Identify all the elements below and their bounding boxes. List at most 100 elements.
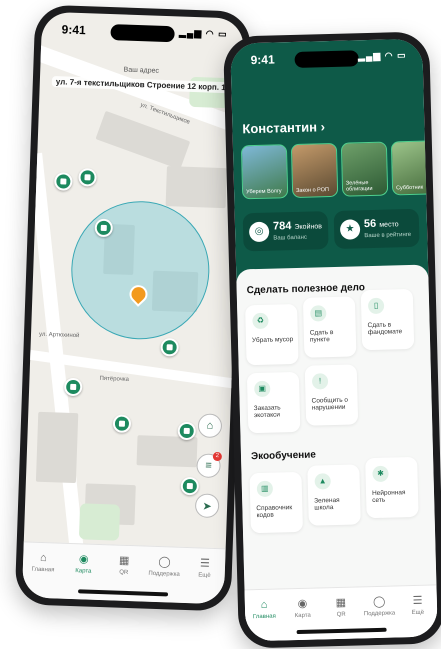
card-label: Сдать в фандомате bbox=[367, 321, 403, 337]
alert-icon: ! bbox=[311, 373, 329, 390]
map-screen: 9:41 ▂▄▆ ◠ ▭ ул. Текстильщиков ул. Артюх… bbox=[21, 11, 245, 605]
home-icon: ⌂ bbox=[39, 551, 47, 565]
collection-point-pin[interactable] bbox=[160, 337, 179, 357]
balance-value: 784 bbox=[272, 220, 292, 233]
bottle-icon: ▯ bbox=[367, 297, 385, 315]
map-building bbox=[165, 166, 227, 209]
map-phone: 9:41 ▂▄▆ ◠ ▭ ул. Текстильщиков ул. Артюх… bbox=[14, 4, 252, 612]
card-label: Сообщить о нарушении bbox=[311, 396, 349, 413]
status-icons: ▂▄▆ ◠ ▭ bbox=[178, 27, 228, 40]
action-card-vending[interactable]: ▯ Сдать в фандомате bbox=[360, 288, 415, 351]
tab-label: Поддержка bbox=[148, 570, 180, 578]
card-label: Зеленая школа bbox=[314, 496, 340, 513]
map-pin-icon: ◉ bbox=[78, 553, 89, 566]
learn-card-neural-net[interactable]: ✱ Нейронная сеть bbox=[365, 456, 419, 519]
tab-label: Карта bbox=[294, 612, 311, 620]
action-card-report[interactable]: ! Сообщить о нарушении bbox=[304, 364, 359, 426]
place-label: Пятёрочка bbox=[99, 375, 130, 383]
status-time: 9:41 bbox=[250, 52, 275, 68]
map-building bbox=[136, 435, 198, 468]
map-park bbox=[78, 503, 121, 541]
story-card[interactable]: Субботник bbox=[390, 140, 438, 196]
qr-icon: ▦ bbox=[118, 554, 130, 568]
story-label: Уберем Волгу bbox=[246, 188, 282, 196]
stats-row: ◎ 784 Экойнов Ваш баланс ★ 56 место Ваше… bbox=[242, 208, 420, 252]
story-card[interactable]: Зелёные облигации bbox=[340, 141, 389, 197]
home-icon: ⌂ bbox=[206, 419, 214, 432]
story-label: Субботник bbox=[395, 184, 424, 192]
menu-icon: ☰ bbox=[199, 557, 211, 570]
card-label: Сдать в пункте bbox=[309, 329, 334, 345]
qr-icon: ▦ bbox=[335, 596, 347, 610]
filter-icon: ≡ bbox=[205, 459, 212, 472]
section-title-learning: Экообучение bbox=[250, 449, 317, 463]
rating-value: 56 bbox=[363, 217, 377, 231]
neural-net-icon: ✱ bbox=[372, 465, 389, 483]
rating-unit: место bbox=[379, 221, 399, 229]
search-radius-circle bbox=[68, 198, 212, 342]
section-title-useful: Сделать полезное дело bbox=[246, 282, 366, 297]
learn-card-codes[interactable]: ▥ Справочник кодов bbox=[249, 471, 304, 534]
graduation-cap-icon: ▲ bbox=[314, 473, 331, 490]
story-label: Закон о РОП bbox=[296, 187, 329, 194]
tab-label: Ещё bbox=[198, 572, 211, 579]
balance-value-line: 784 Экойнов bbox=[273, 219, 322, 232]
stories-row: Уберем Волгу Закон о РОП Зелёные облигац… bbox=[240, 140, 438, 200]
action-card-ecotaxi[interactable]: ▣ Заказать экотакси bbox=[246, 371, 301, 434]
card-label: Справочник кодов bbox=[256, 504, 293, 520]
navigation-arrow-icon: ➤ bbox=[202, 500, 212, 513]
bottom-tab-bar: ⌂ Главная ◉ Карта ▦ QR ◯ Поддержка ☰ Ещё bbox=[21, 541, 226, 605]
collection-point-pin[interactable] bbox=[63, 377, 83, 397]
user-name-link[interactable]: Константин › bbox=[242, 119, 325, 136]
dynamic-island bbox=[294, 50, 359, 68]
action-card-trash[interactable]: ♻ Убрать мусор bbox=[245, 303, 299, 366]
chat-icon: ◯ bbox=[372, 595, 386, 609]
story-card[interactable]: Уберем Волгу bbox=[240, 144, 289, 200]
store-icon: ▤ bbox=[310, 305, 327, 322]
collection-point-pin[interactable] bbox=[54, 172, 73, 191]
status-icons: ▂▄▆ ◠ ▭ bbox=[357, 50, 407, 62]
tab-home[interactable]: ⌂ Главная bbox=[246, 597, 283, 641]
tab-label: QR bbox=[336, 611, 346, 619]
home-icon: ⌂ bbox=[260, 598, 268, 612]
map-pin-icon: ◉ bbox=[297, 597, 308, 611]
story-card[interactable]: Закон о РОП bbox=[290, 142, 339, 199]
tab-label: Главная bbox=[31, 566, 55, 574]
home-screen: 9:41 ▂▄▆ ◠ ▭ Константин › Уберем Волгу З… bbox=[230, 38, 438, 642]
home-phone: 9:41 ▂▄▆ ◠ ▭ Константин › Уберем Волгу З… bbox=[223, 31, 441, 649]
tab-label: Ещё bbox=[411, 609, 425, 617]
trash-bag-icon: ♻ bbox=[252, 312, 269, 330]
card-label: Убрать мусор bbox=[251, 336, 294, 345]
tab-label: Главная bbox=[252, 613, 276, 621]
balance-caption: Ваш баланс bbox=[273, 234, 308, 242]
chevron-right-icon: › bbox=[320, 119, 326, 135]
action-card-collection-point[interactable]: ▤ Сдать в пункте bbox=[302, 296, 357, 358]
rating-caption: Ваше в рейтинге bbox=[364, 231, 412, 240]
learn-card-green-school[interactable]: ▲ Зеленая школа bbox=[307, 464, 361, 526]
tab-more[interactable]: ☰ Ещё bbox=[399, 593, 436, 637]
truck-icon: ▣ bbox=[254, 380, 271, 398]
map-building bbox=[35, 411, 79, 484]
tab-label: QR bbox=[119, 569, 129, 576]
card-label: Нейронная сеть bbox=[371, 489, 406, 505]
menu-icon: ☰ bbox=[412, 594, 423, 608]
trophy-icon: ★ bbox=[339, 219, 361, 240]
card-label: Заказать экотакси bbox=[253, 404, 281, 420]
book-icon: ▥ bbox=[256, 480, 274, 498]
street-label: ул. Артюхиной bbox=[38, 331, 80, 340]
collection-point-pin[interactable] bbox=[180, 476, 200, 496]
rating-value-line: 56 место bbox=[364, 217, 399, 230]
balance-card[interactable]: ◎ 784 Экойнов Ваш баланс bbox=[242, 211, 329, 252]
status-time: 9:41 bbox=[61, 22, 86, 38]
story-label: Зелёные облигации bbox=[345, 179, 373, 193]
balance-unit: Экойнов bbox=[294, 223, 322, 231]
tab-more[interactable]: ☰ Ещё bbox=[185, 556, 223, 604]
tab-home[interactable]: ⌂ Главная bbox=[24, 550, 62, 598]
collection-point-pin[interactable] bbox=[78, 168, 97, 187]
tab-label: Поддержка bbox=[363, 610, 396, 618]
user-name: Константин bbox=[242, 119, 318, 137]
collection-point-pin[interactable] bbox=[112, 414, 132, 433]
dynamic-island bbox=[110, 24, 175, 43]
tab-label: Карта bbox=[75, 568, 92, 575]
rating-card[interactable]: ★ 56 место Ваше в рейтинге bbox=[333, 208, 420, 249]
